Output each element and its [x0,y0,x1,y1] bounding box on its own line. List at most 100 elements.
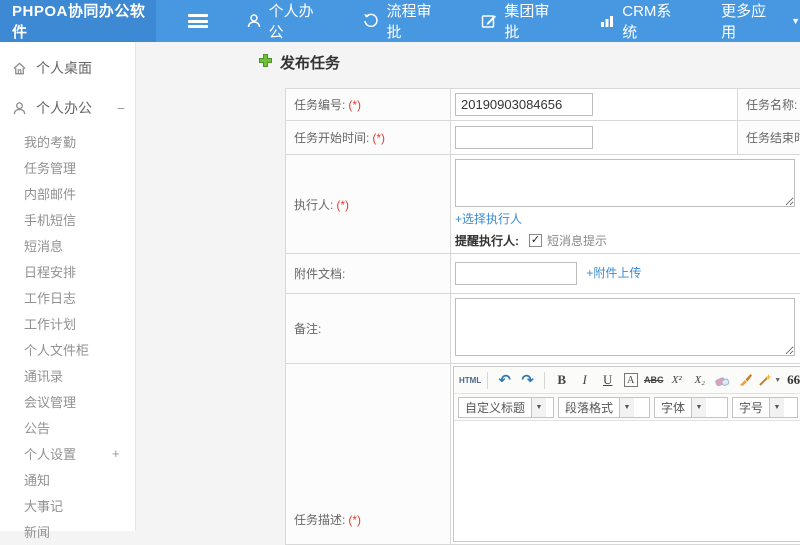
description-label: 任务描述: [294,513,345,527]
executor-textarea[interactable] [455,159,795,207]
start-time-label: 任务开始时间: [294,131,369,145]
main-content: 发布任务 任务编号:(*) 任务名称:(*) 任务开始时间:(*) [137,42,800,531]
sidebar-item-label: 手机短信 [24,210,76,229]
collapse-minus-icon[interactable]: − [117,100,125,116]
sidebar-item-label: 大事记 [24,496,63,515]
nav-item-personal-office[interactable]: 个人办公 [246,0,326,42]
caret-down-icon: ▼ [619,398,634,417]
sidebar-item-meeting-management[interactable]: 会议管理 [0,388,135,414]
caret-down-icon: ▼ [774,377,781,384]
page-title: 发布任务 [258,52,340,73]
menu-toggle-icon[interactable] [188,14,207,28]
font-family-dropdown[interactable]: 字体 ▼ [654,397,728,418]
sidebar-item-personal-office[interactable]: 个人办公 − [0,88,135,128]
sidebar-item-notice[interactable]: 通知 [0,466,135,492]
bar-chart-icon [599,13,615,29]
format-painter-icon[interactable] [735,370,756,391]
sidebar-item-personal-file-cabinet[interactable]: 个人文件柜 [0,336,135,362]
strikethrough-button[interactable]: ABC [643,370,664,391]
underline-button[interactable]: U [597,370,618,391]
task-no-label: 任务编号: [294,98,345,112]
nav-item-group-approval[interactable]: 集团审批 [481,0,561,42]
font-size-dropdown[interactable]: 字号 ▼ [732,397,798,418]
editor-toolbar-row-2: 自定义标题 ▼ 段落格式 ▼ 字体 ▼ [454,394,800,421]
sidebar-item-label: 工作日志 [24,288,76,307]
caret-down-icon: ▼ [769,398,784,417]
attachment-input[interactable] [455,262,577,285]
nav-label: 流程审批 [386,0,443,42]
top-nav: 个人办公 流程审批 集团审批 CRM系统 更多应用 ▼ [156,0,800,42]
sidebar-item-label: 新闻 [24,522,50,541]
paragraph-format-dropdown[interactable]: 段落格式 ▼ [558,397,650,418]
sidebar-item-label: 公告 [24,418,50,437]
sidebar-item-work-log[interactable]: 工作日志 [0,284,135,310]
attachment-upload-link[interactable]: +附件上传 [586,266,641,280]
editor-toolbar-row-1: HTML ↶ ↷ B I U A ABC X² X₂ [454,367,800,394]
custom-heading-dropdown[interactable]: 自定义标题 ▼ [458,397,554,418]
nav-label: 更多应用 [721,0,778,42]
executor-label-cell: 执行人:(*) [286,155,451,254]
sidebar-item-task-management[interactable]: 任务管理 [0,154,135,180]
sidebar-item-milestones[interactable]: 大事记 [0,492,135,518]
sidebar-item-label: 短消息 [24,236,63,255]
end-time-label-cell: 任务结束时间:(*) [738,121,800,155]
sidebar-item-label: 通知 [24,470,50,489]
sidebar-item-label: 日程安排 [24,262,76,281]
sidebar-item-personal-desktop[interactable]: 个人桌面 [0,48,135,88]
superscript-button[interactable]: X² [666,370,687,391]
task-no-input[interactable] [455,93,593,116]
html-source-button[interactable]: HTML [459,370,481,391]
sidebar: 个人桌面 个人办公 − 我的考勤 任务管理 内部邮件 手机短信 短消息 日程安排… [0,42,136,531]
sidebar-item-news[interactable]: 新闻 [0,518,135,544]
page-title-text: 发布任务 [280,52,340,73]
sidebar-item-label: 工作计划 [24,314,76,333]
user-icon [11,100,27,116]
nav-item-workflow-approval[interactable]: 流程审批 [363,0,443,42]
sidebar-item-work-plan[interactable]: 工作计划 [0,310,135,336]
sidebar-item-label: 会议管理 [24,392,76,411]
redo-icon[interactable]: ↷ [517,370,538,391]
nav-item-more-apps[interactable]: 更多应用 ▼ [721,0,800,42]
bold-button[interactable]: B [551,370,572,391]
subscript-button[interactable]: X₂ [689,370,710,391]
sidebar-item-personal-settings[interactable]: 个人设置 + [0,440,135,466]
nav-label: 集团审批 [504,0,561,42]
sidebar-item-my-attendance[interactable]: 我的考勤 [0,128,135,154]
sms-remind-checkbox[interactable]: ✓ [529,234,542,247]
nav-label: CRM系统 [622,0,683,42]
nav-label: 个人办公 [269,0,326,42]
expand-plus-icon[interactable]: + [112,446,120,461]
start-time-input[interactable] [455,126,593,149]
choose-executor-link[interactable]: +选择执行人 [455,212,522,226]
remark-textarea[interactable] [455,298,795,356]
magic-wand-icon[interactable]: ▼ [758,370,781,391]
remark-label-cell: 备注: [286,294,451,364]
eraser-icon[interactable] [712,370,733,391]
sidebar-item-internal-mail[interactable]: 内部邮件 [0,180,135,206]
task-no-label-cell: 任务编号:(*) [286,89,451,121]
sidebar-item-label: 通讯录 [24,366,63,385]
start-time-label-cell: 任务开始时间:(*) [286,121,451,155]
italic-button[interactable]: I [574,370,595,391]
attachment-label-cell: 附件文档: [286,254,451,294]
sidebar-item-label: 我的考勤 [24,132,76,151]
sidebar-item-mobile-sms[interactable]: 手机短信 [0,206,135,232]
sidebar-item-label: 个人桌面 [36,58,92,78]
font-style-box-button[interactable]: A [624,373,638,387]
history-icon [363,13,379,29]
nav-item-crm[interactable]: CRM系统 [599,0,683,42]
undo-icon[interactable]: ↶ [494,370,515,391]
blockquote-button[interactable]: 66 [783,370,800,391]
publish-task-form: 任务编号:(*) 任务名称:(*) 任务开始时间:(*) 任务结束时间: [285,88,800,545]
add-plus-icon [258,53,273,72]
caret-down-icon: ▼ [691,398,706,417]
sidebar-item-short-message[interactable]: 短消息 [0,232,135,258]
caret-down-icon: ▼ [791,16,800,26]
sidebar-item-announcement[interactable]: 公告 [0,414,135,440]
end-time-label: 任务结束时间: [746,131,800,145]
editor-content-area[interactable] [454,421,800,541]
sidebar-item-label: 任务管理 [24,158,76,177]
sidebar-item-contacts[interactable]: 通讯录 [0,362,135,388]
top-bar: PHPOA协同办公软件 个人办公 流程审批 集团审批 [0,0,800,42]
sidebar-item-schedule[interactable]: 日程安排 [0,258,135,284]
